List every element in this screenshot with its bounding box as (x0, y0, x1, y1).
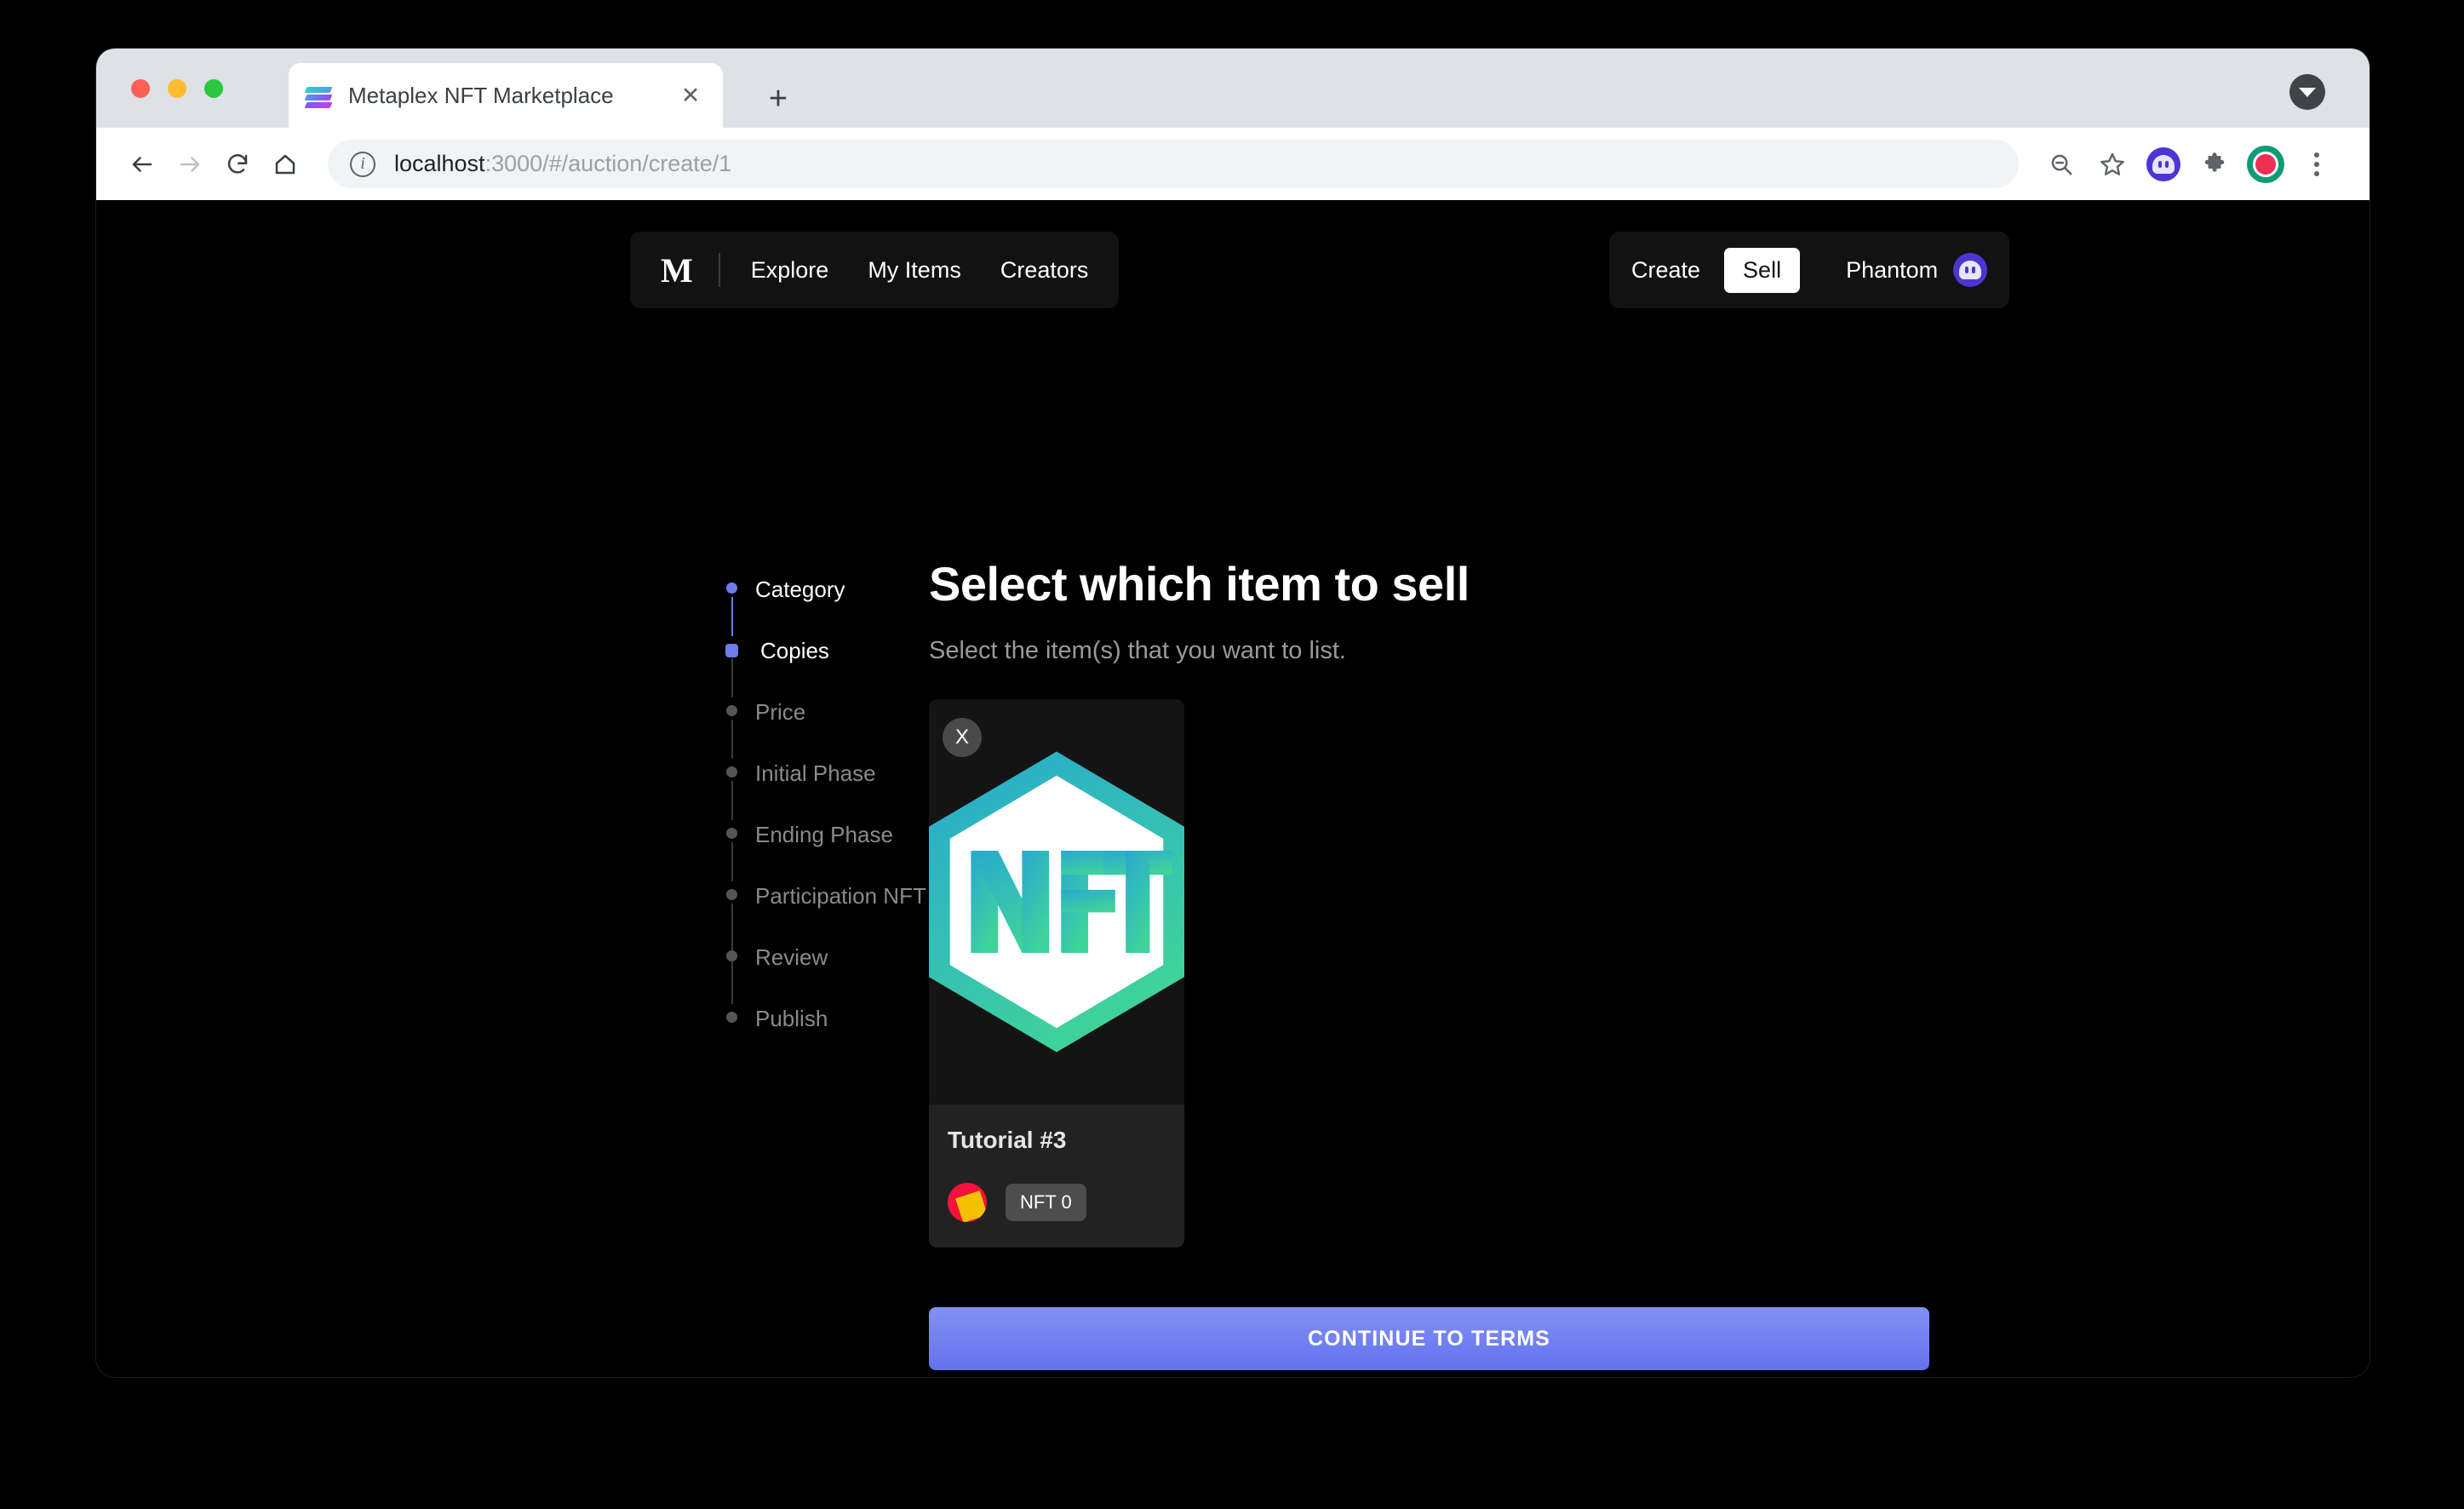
url-path: :3000/#/auction/create/1 (484, 151, 732, 176)
step-label: Initial Phase (755, 760, 876, 786)
wallet-button[interactable]: Phantom (1846, 253, 1988, 287)
app-header: M Explore My Items Creators Create Sell … (96, 232, 2369, 308)
url-host: localhost (394, 151, 485, 176)
page-title: Select which item to sell (929, 557, 1470, 611)
home-icon[interactable] (261, 141, 309, 188)
step-review[interactable]: Review (726, 943, 939, 1004)
nft-card-footer: Tutorial #3 NFT 0 (929, 1104, 1184, 1248)
phantom-ghost-icon (1953, 253, 1988, 287)
step-bullet-icon (726, 766, 737, 777)
step-initial-phase[interactable]: Initial Phase (726, 759, 939, 820)
browser-toolbar: i localhost:3000/#/auction/create/1 (96, 128, 2369, 200)
profile-avatar-icon[interactable] (2242, 141, 2289, 188)
address-bar-url: localhost:3000/#/auction/create/1 (394, 151, 731, 177)
step-label: Participation NFT (755, 883, 926, 909)
back-arrow-icon[interactable] (118, 141, 166, 188)
nft-card-meta: NFT 0 (948, 1183, 1166, 1222)
step-label: Price (755, 699, 806, 725)
window-traffic-lights (131, 79, 223, 98)
zoom-out-icon[interactable] (2037, 141, 2085, 188)
step-label: Review (755, 944, 828, 970)
step-label: Copies (760, 638, 829, 663)
creator-avatar-icon[interactable] (948, 1183, 987, 1222)
step-label: Ending Phase (755, 822, 893, 847)
step-connector (731, 781, 733, 820)
primary-nav: M Explore My Items Creators (630, 232, 1120, 308)
wallet-label: Phantom (1846, 256, 1939, 283)
step-connector (731, 658, 733, 697)
address-bar[interactable]: i localhost:3000/#/auction/create/1 (328, 140, 2019, 188)
close-window-button[interactable] (131, 79, 150, 98)
info-circle-icon[interactable]: i (350, 151, 375, 177)
step-connector (731, 965, 733, 1004)
step-label: Category (755, 577, 845, 602)
reload-icon[interactable] (214, 141, 261, 188)
maximize-window-button[interactable] (204, 79, 223, 98)
step-category[interactable]: Category (726, 575, 939, 636)
toolbar-actions (2037, 141, 2341, 188)
auction-stepper: Category Copies Price Initial Phase Endi (725, 575, 939, 1065)
browser-window: Metaplex NFT Marketplace ✕ + i localhost… (96, 49, 2369, 1377)
step-bullet-icon (726, 582, 737, 594)
step-bullet-icon (726, 950, 737, 961)
nft-item-card[interactable]: X Tutorial #3 NFT 0 (929, 699, 1184, 1248)
step-bullet-icon (726, 828, 737, 839)
browser-tabstrip: Metaplex NFT Marketplace ✕ + (96, 49, 2369, 128)
nav-item-my-items[interactable]: My Items (868, 257, 961, 284)
continue-to-terms-button[interactable]: CONTINUE TO TERMS (929, 1307, 1929, 1370)
nft-hexagon-logo-icon (929, 751, 1184, 1053)
nft-count-badge: NFT 0 (1006, 1184, 1086, 1221)
step-bullet-icon (725, 644, 738, 657)
main-content: Select which item to sell Select the ite… (929, 556, 1470, 1248)
extensions-puzzle-icon[interactable] (2191, 141, 2238, 188)
step-connector (731, 597, 733, 636)
step-publish[interactable]: Publish (726, 1004, 939, 1065)
minimize-window-button[interactable] (168, 79, 186, 98)
chrome-menu-icon[interactable] (2293, 141, 2341, 188)
nav-item-creators[interactable]: Creators (1000, 257, 1089, 284)
nav-item-explore[interactable]: Explore (751, 257, 829, 284)
chevron-down-icon[interactable] (2289, 74, 2325, 110)
create-button[interactable]: Create (1631, 257, 1700, 284)
tab-title: Metaplex NFT Marketplace (348, 82, 614, 108)
new-tab-button[interactable]: + (760, 81, 796, 117)
remove-item-icon[interactable]: X (943, 718, 982, 757)
nft-card-media: X (929, 699, 1184, 1104)
nav-divider (718, 253, 720, 287)
close-tab-icon[interactable]: ✕ (673, 78, 708, 112)
bookmark-star-icon[interactable] (2089, 141, 2136, 188)
page-subtitle: Select the item(s) that you want to list… (929, 637, 1346, 664)
step-ending-phase[interactable]: Ending Phase (726, 820, 939, 881)
metaplex-logo[interactable]: M (661, 250, 719, 290)
step-bullet-icon (726, 705, 737, 716)
solana-logo-icon (304, 81, 333, 110)
step-connector (731, 842, 733, 881)
forward-arrow-icon[interactable] (166, 141, 214, 188)
step-connector (731, 720, 733, 759)
step-participation-nft[interactable]: Participation NFT (726, 881, 939, 982)
phantom-wallet-extension-icon[interactable] (2140, 141, 2187, 188)
nft-card-title: Tutorial #3 (948, 1127, 1067, 1153)
step-copies[interactable]: Copies (725, 636, 939, 697)
sell-button[interactable]: Sell (1724, 247, 1801, 293)
step-label: Publish (755, 1006, 828, 1031)
browser-tab[interactable]: Metaplex NFT Marketplace ✕ (289, 63, 723, 128)
page-viewport: M Explore My Items Creators Create Sell … (96, 200, 2369, 1377)
step-bullet-icon (726, 1012, 737, 1023)
step-bullet-icon (726, 889, 737, 900)
step-price[interactable]: Price (726, 697, 939, 759)
secondary-nav: Create Sell Phantom (1609, 232, 2010, 308)
